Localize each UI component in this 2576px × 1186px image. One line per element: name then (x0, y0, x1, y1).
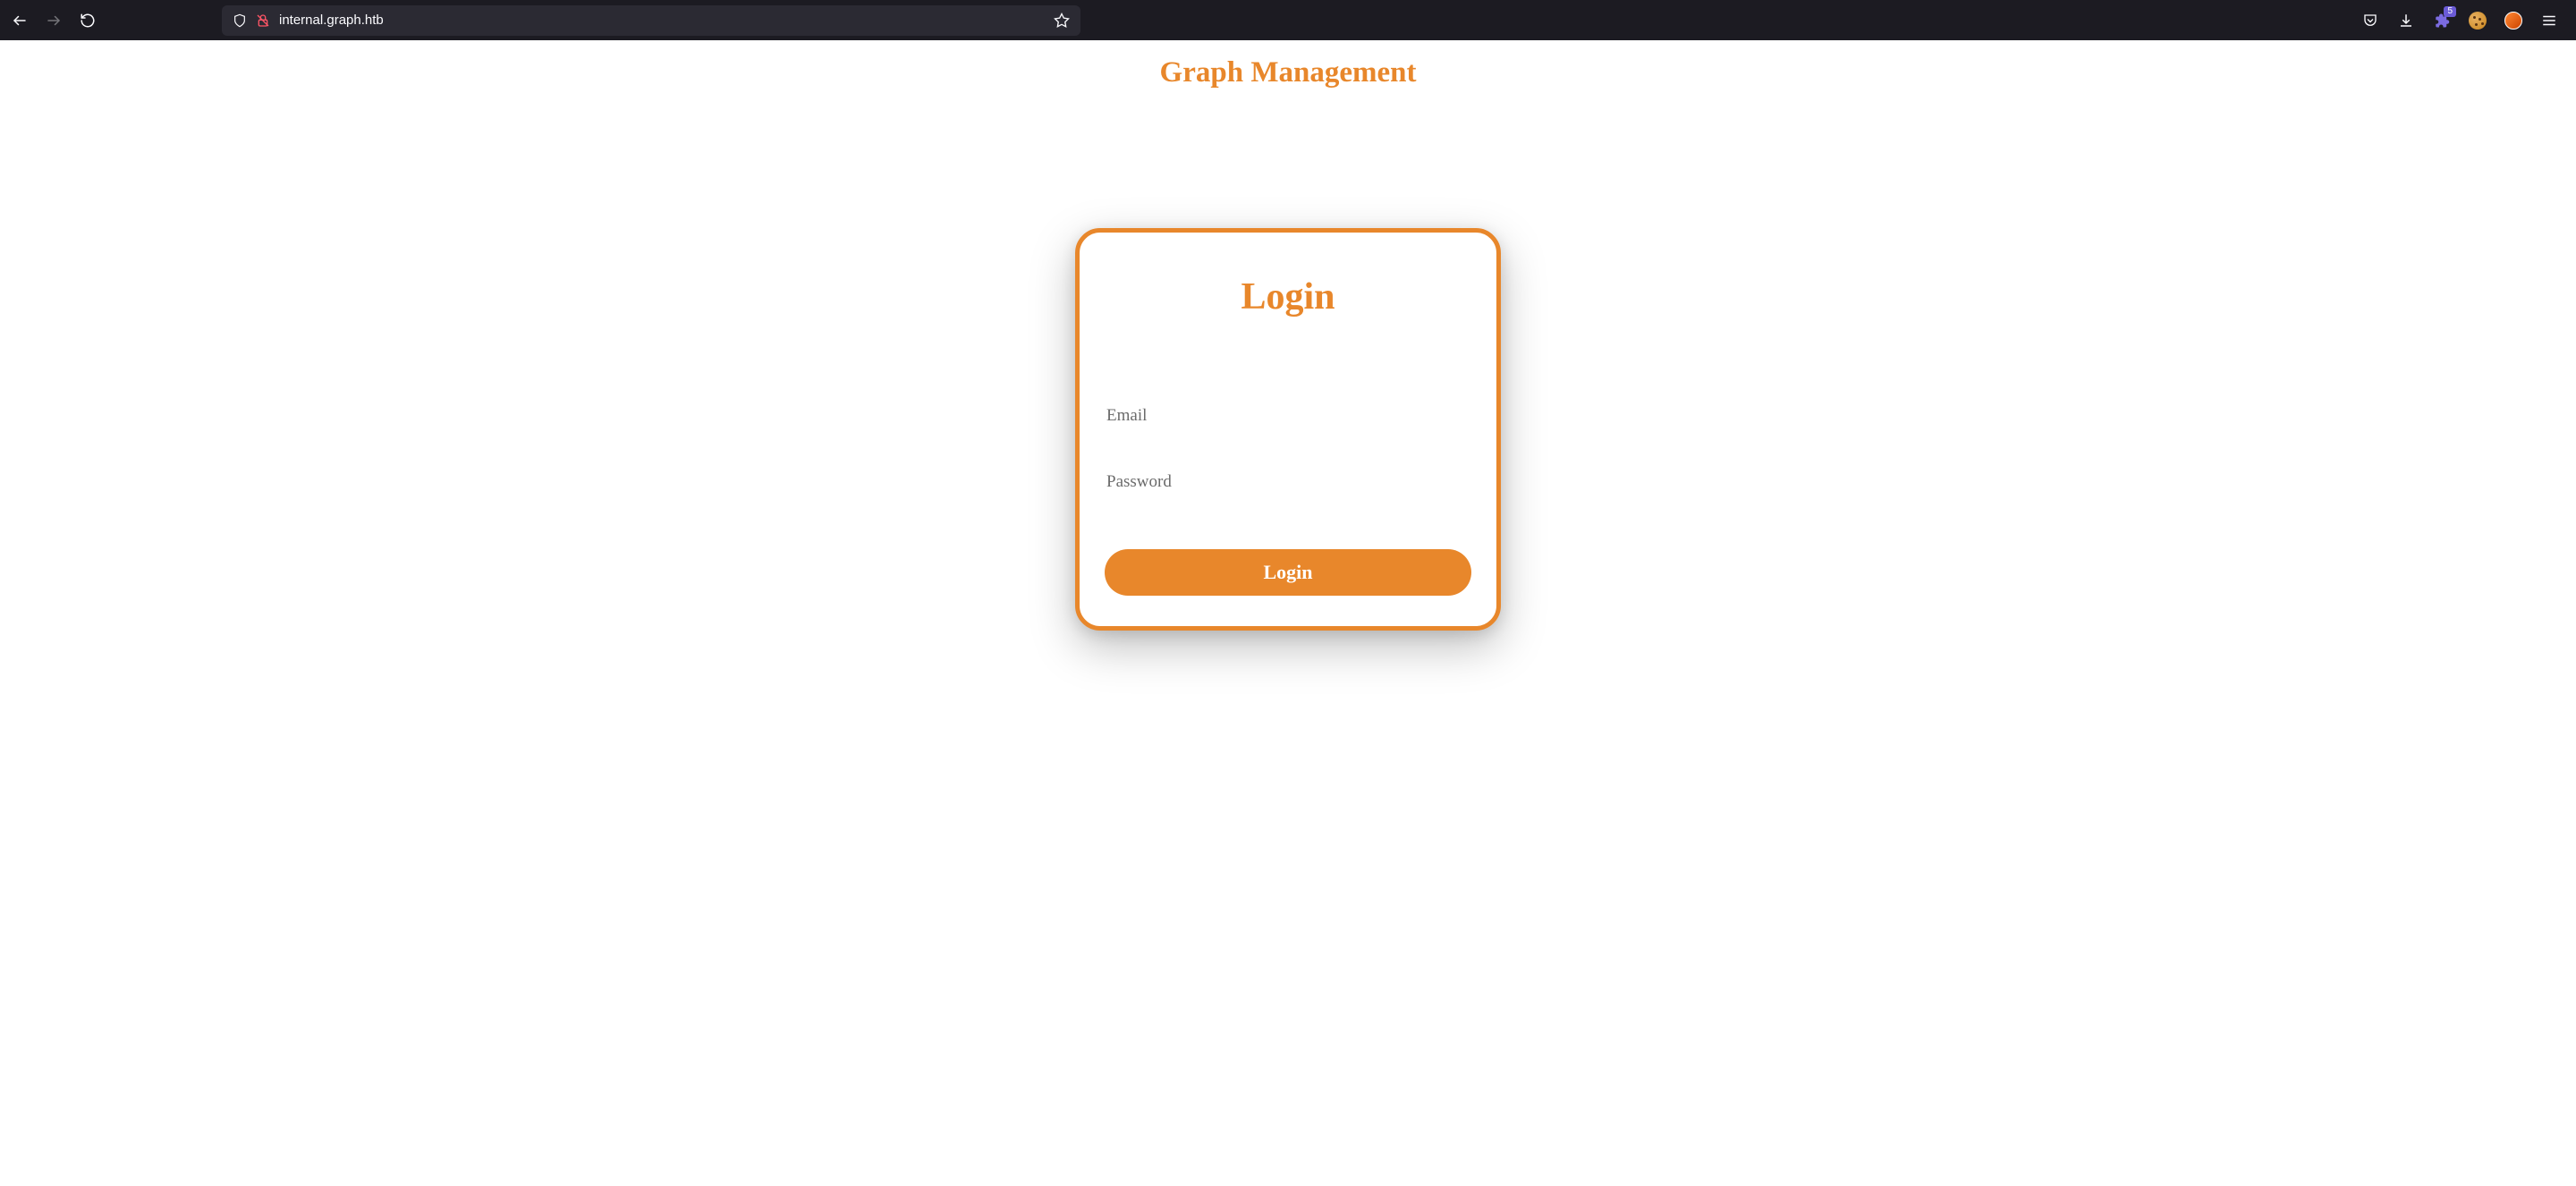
login-button[interactable]: Login (1105, 549, 1471, 596)
menu-icon[interactable] (2540, 12, 2558, 30)
login-card: Login Login (1075, 228, 1501, 631)
cookie-extension-icon[interactable] (2469, 12, 2487, 30)
browser-toolbar: internal.graph.htb 5 (0, 0, 2576, 40)
password-field[interactable] (1105, 463, 1471, 501)
login-heading: Login (1105, 275, 1471, 318)
url-bar[interactable]: internal.graph.htb (222, 5, 1080, 36)
extensions-icon[interactable]: 5 (2433, 12, 2451, 30)
toolbar-right: 5 (2361, 12, 2565, 30)
extensions-badge: 5 (2444, 6, 2456, 17)
shield-icon (233, 13, 247, 28)
page-title: Graph Management (0, 56, 2576, 89)
downloads-icon[interactable] (2397, 12, 2415, 30)
pocket-icon[interactable] (2361, 12, 2379, 30)
back-button[interactable] (11, 12, 29, 30)
forward-button[interactable] (45, 12, 63, 30)
reload-button[interactable] (79, 12, 97, 30)
bookmark-star-icon[interactable] (1054, 13, 1070, 29)
nav-controls (11, 12, 97, 30)
url-text: internal.graph.htb (279, 13, 1045, 28)
lock-insecure-icon (256, 13, 270, 28)
burp-extension-icon[interactable] (2504, 12, 2522, 30)
email-field[interactable] (1105, 397, 1471, 435)
page-content: Graph Management Login Login (0, 40, 2576, 631)
